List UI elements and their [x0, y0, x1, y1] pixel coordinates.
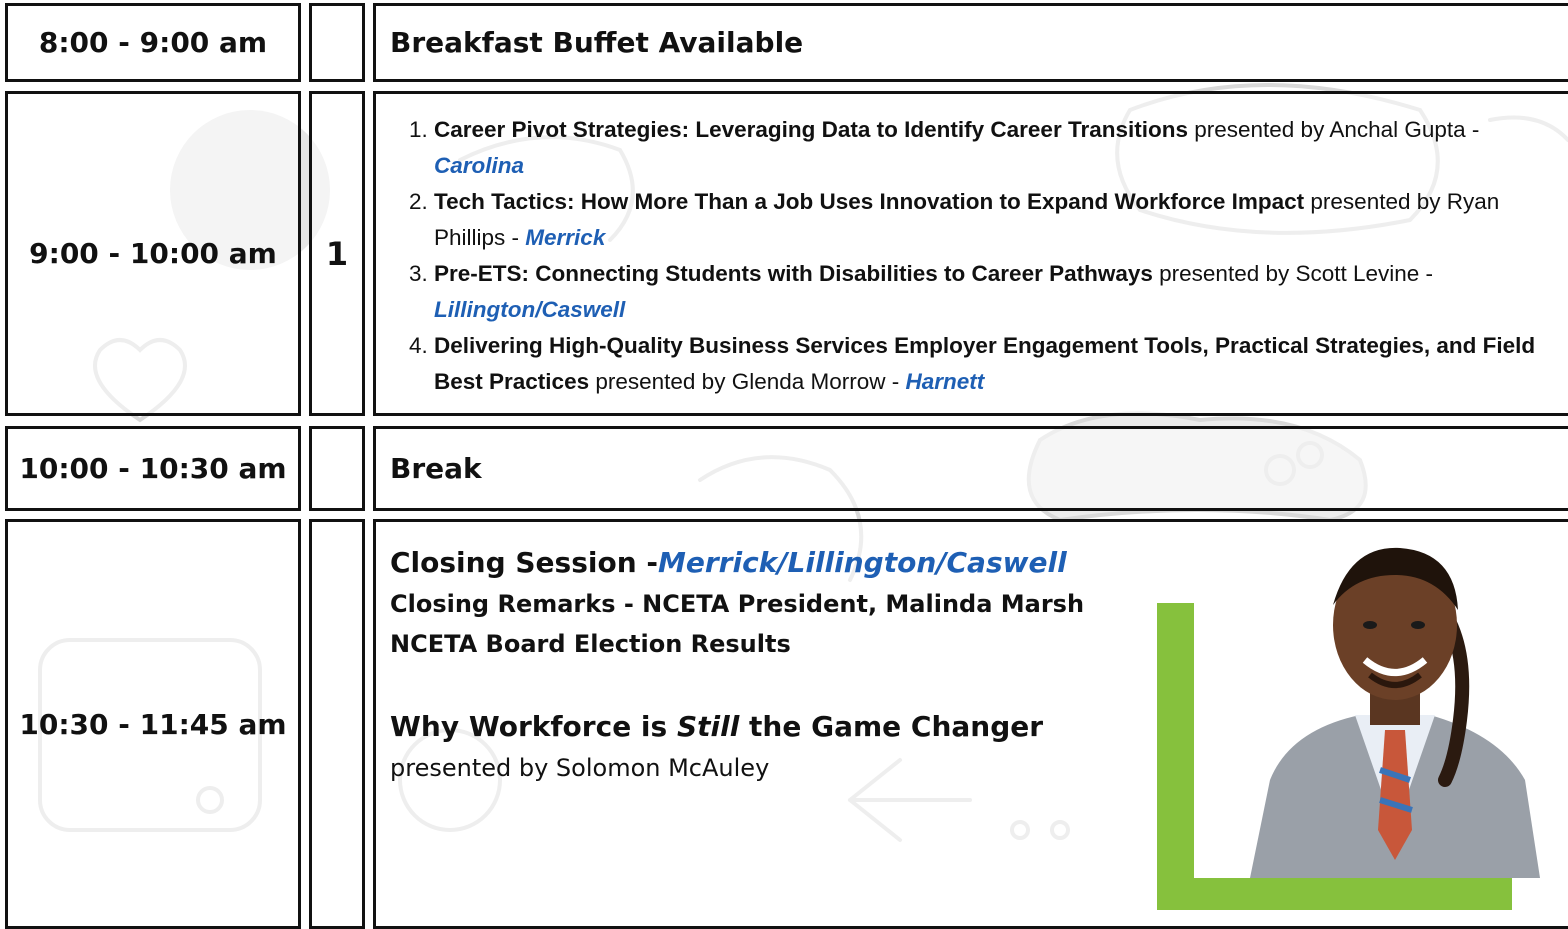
session-title: Tech Tactics: How More Than a Job Uses I…	[434, 189, 1305, 214]
location-text: Lillington/Caswell	[434, 297, 626, 322]
agenda-item-title: Breakfast Buffet Available	[373, 3, 1568, 82]
list-item: 3. Pre-ETS: Connecting Students with Disa…	[409, 261, 1434, 322]
presenter-text: presented by Anchal Gupta -	[1187, 117, 1480, 142]
presenter-text: presented by Scott Levine -	[1152, 261, 1434, 286]
list-item: 1. Career Pivot Strategies: Leveraging Da…	[409, 117, 1480, 178]
time-cell: 10:00 - 10:30 am	[5, 426, 301, 511]
time-cell: 8:00 - 9:00 am	[5, 3, 301, 82]
time-cell: 9:00 - 10:00 am	[5, 91, 301, 416]
green-frame-horizontal	[1157, 878, 1512, 910]
list-item: 2. Tech Tactics: How More Than a Job Uses…	[409, 189, 1500, 250]
green-frame-vertical	[1157, 603, 1194, 910]
keynote-title: Why Workforce is Still the Game Changer	[390, 710, 1044, 743]
time-cell: 10:30 - 11:45 am	[5, 519, 301, 929]
location-text: Merrick/Lillington/Caswell	[658, 546, 1067, 579]
election-results-line: NCETA Board Election Results	[390, 630, 791, 658]
presenter-text: presented by Glenda Morrow -	[589, 369, 906, 394]
closing-remarks-line: Closing Remarks - NCETA President, Malin…	[390, 590, 1085, 618]
session-number-cell	[309, 519, 365, 929]
agenda-item-title: Break	[373, 426, 1568, 511]
session-title: Pre-ETS: Connecting Students with Disabi…	[434, 261, 1153, 286]
session-number-cell	[309, 426, 365, 511]
list-item: 4. Delivering High-Quality Business Servi…	[409, 333, 1536, 394]
keynote-presenter: presented by Solomon McAuley	[390, 754, 770, 782]
location-text: Carolina	[434, 153, 525, 178]
session-number-cell: 1	[309, 91, 365, 416]
presenter-photo	[1250, 547, 1540, 878]
closing-session-text: Closing Session -Merrick/Lillington/Casw…	[390, 542, 1084, 788]
session-list: 1. Career Pivot Strategies: Leveraging Da…	[409, 112, 1540, 400]
concurrent-sessions-cell: 1. Career Pivot Strategies: Leveraging Da…	[373, 91, 1568, 416]
location-text: Merrick	[525, 225, 606, 250]
location-text: Harnett	[905, 369, 985, 394]
closing-session-title: Closing Session -Merrick/Lillington/Casw…	[390, 546, 1067, 579]
session-number-cell	[309, 3, 365, 82]
session-title: Career Pivot Strategies: Leveraging Data…	[434, 117, 1188, 142]
